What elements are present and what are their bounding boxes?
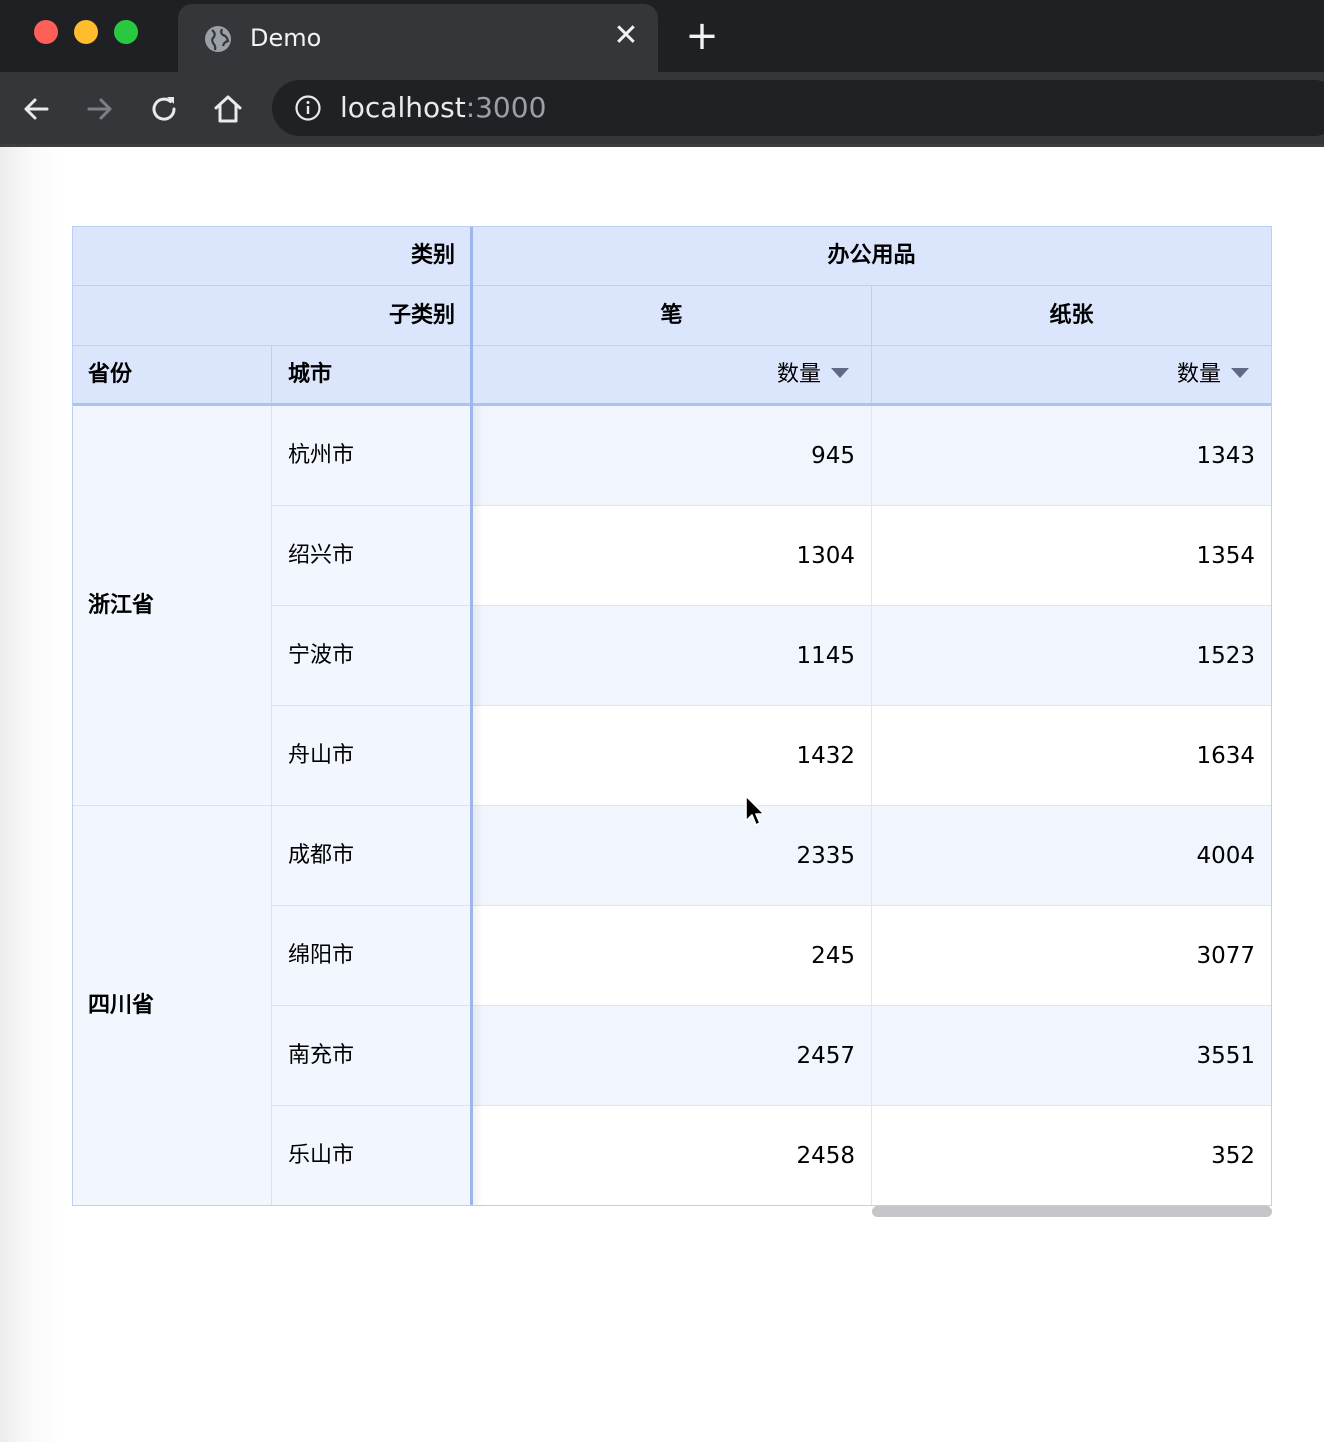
measure-header-pen[interactable]: 数量 <box>472 346 872 406</box>
info-icon[interactable] <box>294 94 322 122</box>
close-tab-icon[interactable]: ✕ <box>612 21 640 51</box>
url-text: localhost:3000 <box>340 92 546 124</box>
browser-toolbar: localhost:3000 <box>0 72 1324 144</box>
horizontal-scrollbar[interactable] <box>872 1206 1272 1217</box>
measure-header-paper[interactable]: 数量 <box>872 346 1272 406</box>
data-cell[interactable]: 1145 <box>472 606 872 706</box>
row-header-city-cell[interactable]: 宁波市 <box>272 606 472 706</box>
row-header-city-cell[interactable]: 绵阳市 <box>272 906 472 1006</box>
data-cell[interactable]: 1432 <box>472 706 872 806</box>
row-header-city-cell[interactable]: 乐山市 <box>272 1106 472 1206</box>
back-icon[interactable] <box>19 92 53 126</box>
window-close-button[interactable] <box>34 20 58 44</box>
mouse-cursor-icon <box>745 795 765 826</box>
reload-icon[interactable] <box>147 92 181 126</box>
corner-header-subcategory: 子类别 <box>72 286 472 346</box>
row-header-city-cell[interactable]: 舟山市 <box>272 706 472 806</box>
row-header-city-cell[interactable]: 杭州市 <box>272 406 472 506</box>
data-cell[interactable]: 1634 <box>872 706 1272 806</box>
header-separator <box>72 403 1272 406</box>
data-cell[interactable]: 2458 <box>472 1106 872 1206</box>
data-cell[interactable]: 1523 <box>872 606 1272 706</box>
row-header-city-cell[interactable]: 成都市 <box>272 806 472 906</box>
window-maximize-button[interactable] <box>114 20 138 44</box>
frozen-column-shadow <box>473 406 483 1206</box>
col-header-subcategory-pen[interactable]: 笔 <box>472 286 872 346</box>
address-bar[interactable]: localhost:3000 <box>272 80 1324 136</box>
browser-tab-bar: Demo ✕ + <box>0 0 1324 72</box>
url-host: localhost <box>340 91 466 124</box>
browser-tab[interactable]: Demo ✕ <box>178 4 658 72</box>
data-cell[interactable]: 352 <box>872 1106 1272 1206</box>
pivot-table[interactable]: 类别 子类别 省份 城市 办公用品 笔 纸张 数量 数量 浙江省 四川省 杭州市… <box>72 226 1272 1206</box>
measure-label: 数量 <box>1176 362 1221 387</box>
data-cell[interactable]: 1304 <box>472 506 872 606</box>
data-cell[interactable]: 945 <box>472 406 872 506</box>
data-cell[interactable]: 1343 <box>872 406 1272 506</box>
corner-header-category: 类别 <box>72 226 472 286</box>
new-tab-button[interactable]: + <box>684 16 720 56</box>
url-port: :3000 <box>465 91 547 124</box>
forward-icon[interactable] <box>83 92 117 126</box>
frozen-column-divider <box>470 226 473 1206</box>
row-header-city-cell[interactable]: 绍兴市 <box>272 506 472 606</box>
data-cell[interactable]: 2457 <box>472 1006 872 1106</box>
sort-desc-icon[interactable] <box>831 368 849 378</box>
col-header-category[interactable]: 办公用品 <box>472 226 1272 286</box>
window-minimize-button[interactable] <box>74 20 98 44</box>
home-icon[interactable] <box>211 92 245 126</box>
data-cell[interactable]: 3077 <box>872 906 1272 1006</box>
row-header-province[interactable]: 省份 <box>72 346 272 406</box>
row-header-city-cell[interactable]: 南充市 <box>272 1006 472 1106</box>
data-cell[interactable]: 2335 <box>472 806 872 906</box>
row-header-city[interactable]: 城市 <box>272 346 472 406</box>
globe-icon <box>205 26 231 52</box>
col-header-subcategory-paper[interactable]: 纸张 <box>872 286 1272 346</box>
row-header-province-cell[interactable]: 四川省 <box>72 806 272 1206</box>
measure-label: 数量 <box>776 362 821 387</box>
data-cell[interactable]: 4004 <box>872 806 1272 906</box>
data-cell[interactable]: 3551 <box>872 1006 1272 1106</box>
tab-title: Demo <box>250 24 322 52</box>
data-cell[interactable]: 245 <box>472 906 872 1006</box>
data-cell[interactable]: 1354 <box>872 506 1272 606</box>
sort-desc-icon[interactable] <box>1231 368 1249 378</box>
row-header-province-cell[interactable]: 浙江省 <box>72 406 272 806</box>
toolbar-divider <box>0 144 1324 147</box>
page-edge-shadow <box>0 147 60 1442</box>
